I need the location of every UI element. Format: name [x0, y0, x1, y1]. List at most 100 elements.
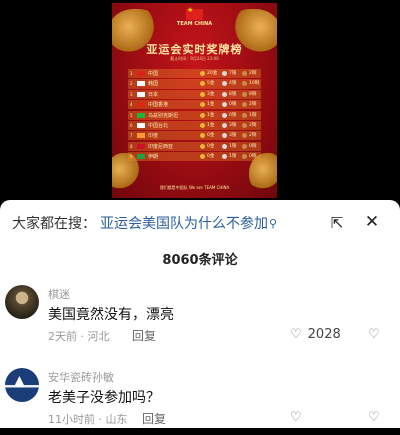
like-button[interactable]: ♡ 2028: [290, 327, 341, 342]
rank-number: 9: [130, 154, 133, 159]
silver-medal-icon: [222, 133, 227, 139]
medal-row: 9 伊朗 0金 1银 0铜: [128, 152, 261, 162]
silver-medal-icon: [222, 122, 227, 128]
bronze-medal-icon: [242, 122, 247, 128]
gold-count: 0金: [207, 143, 215, 149]
reply-button[interactable]: 回复: [142, 410, 166, 427]
medal-row: 2 韩国 5金 4银 10铜: [128, 79, 261, 89]
silver-medal-icon: [222, 71, 227, 76]
comment-text: 美国竟然没有，漂亮: [48, 307, 174, 323]
bronze-count: 10铜: [249, 81, 260, 87]
gold-medal-icon: [200, 154, 205, 159]
bronze-medal-icon: [242, 154, 247, 159]
country-flag-icon: [137, 154, 145, 159]
gold-medal-icon: [200, 122, 205, 128]
poster-title: 亚运会实时奖牌榜: [146, 43, 243, 56]
bronze-count: 2铜: [249, 102, 257, 108]
country-flag-icon: [137, 112, 145, 118]
gold-medal-icon: [200, 71, 205, 76]
comment-username[interactable]: 安华瓷砖孙敏: [48, 369, 114, 385]
team-label: TEAM CHINA: [176, 21, 213, 27]
silver-count: 1银: [229, 154, 237, 159]
avatar[interactable]: [5, 368, 39, 402]
comment-username[interactable]: 棋迷: [48, 286, 70, 302]
medal-row: 5 乌兹别克斯坦 1金 0银 1铜: [128, 110, 261, 120]
gold-medal-icon: [200, 102, 205, 108]
country-flag-icon: [137, 122, 145, 128]
medal-row: 1 中国 20金 7银 2铜: [128, 69, 261, 79]
gold-medal-icon: [200, 133, 205, 139]
gold-count: 3金: [207, 91, 215, 97]
rank-number: 2: [130, 81, 133, 87]
comment-item: 棋迷 美国竟然没有，漂亮 2天前 · 河北 回复 ♡ 2028 ♡: [0, 282, 400, 352]
silver-count: 1银: [229, 143, 237, 149]
dislike-icon[interactable]: ♡: [368, 410, 380, 425]
bronze-count: 8铜: [249, 91, 257, 97]
trending-prefix: 大家都在搜：: [12, 216, 96, 232]
bronze-count: 0铜: [249, 143, 257, 149]
silver-medal-icon: [222, 91, 227, 97]
silver-count: 0银: [229, 102, 237, 108]
medal-rows: 1 中国 20金 7银 2铜 2 韩国 5金 4银 10铜 3 日本 3金 8银 8铜 4 中国香港 1金 0银 2铜…: [128, 69, 261, 162]
expand-icon[interactable]: ⇱: [326, 212, 348, 234]
bronze-medal-icon: [242, 112, 247, 118]
silver-count: 3银: [229, 133, 237, 139]
medal-table-poster[interactable]: TEAM CHINA 亚运会实时奖牌榜 截止时间：9月24日 23:00 1 中国…: [112, 3, 277, 198]
avatar[interactable]: [5, 285, 39, 319]
rank-number: 8: [130, 143, 133, 149]
gold-count: 20金: [207, 71, 218, 76]
rank-number: 1: [130, 71, 133, 76]
country-name: 中国: [148, 71, 159, 77]
country-name: 日本: [148, 91, 159, 98]
silver-medal-icon: [222, 143, 227, 149]
rank-number: 3: [130, 91, 133, 97]
like-count: 2028: [307, 327, 341, 342]
dislike-icon[interactable]: ♡: [368, 327, 380, 342]
heart-icon: ♡: [290, 410, 302, 425]
bronze-count: 1铜: [249, 112, 257, 118]
reply-button[interactable]: 回复: [132, 327, 156, 344]
silver-medal-icon: [222, 112, 227, 118]
country-flag-icon: [137, 91, 145, 97]
country-flag-icon: [137, 81, 145, 87]
silver-medal-icon: [222, 154, 227, 159]
country-name: 乌兹别克斯坦: [148, 112, 179, 119]
bronze-medal-icon: [242, 71, 247, 76]
country-name: 伊朗: [148, 154, 159, 160]
poster-subtitle: 截止时间：9月24日 23:00: [170, 56, 219, 61]
medal-row: 4 中国香港 1金 0银 2铜: [128, 100, 261, 110]
like-button[interactable]: ♡: [290, 410, 308, 425]
rank-number: 7: [130, 133, 133, 139]
bronze-count: 2铜: [249, 71, 257, 76]
gold-count: 0金: [207, 133, 215, 139]
country-flag-icon: [137, 102, 145, 108]
silver-medal-icon: [222, 102, 227, 108]
comment-text: 老美子没参加吗？: [48, 390, 160, 406]
gold-count: 1金: [207, 102, 215, 108]
country-name: 中国香港: [148, 102, 169, 109]
bronze-medal-icon: [242, 81, 247, 87]
comment-meta: 11小时前 · 山东: [48, 413, 128, 426]
gold-count: 1金: [207, 122, 215, 128]
gold-medal-icon: [200, 81, 205, 87]
gold-count: 1金: [207, 112, 215, 118]
medal-row: 3 日本 3金 8银 8铜: [128, 89, 261, 99]
gold-count: 5金: [207, 81, 215, 87]
bronze-count: 0铜: [249, 154, 257, 159]
silver-count: 4银: [229, 81, 237, 87]
bronze-count: 2铜: [249, 122, 257, 128]
close-icon[interactable]: ✕: [361, 211, 383, 233]
rank-number: 5: [130, 112, 133, 118]
medal-row: 7 印度 0金 3银 2铜: [128, 131, 261, 141]
gold-count: 0金: [207, 154, 215, 159]
country-name: 韩国: [148, 81, 159, 88]
trending-query-link[interactable]: 亚运会美国队为什么不参加: [100, 213, 268, 233]
country-flag-icon: [137, 71, 145, 76]
trending-search[interactable]: 大家都在搜： 亚运会美国队为什么不参加 ⚲: [12, 212, 277, 234]
bronze-medal-icon: [242, 102, 247, 108]
medal-row: 6 中国台北 1金 3银 2铜: [128, 120, 261, 131]
medal-row: 8 印度尼西亚 0金 1银 0铜: [128, 141, 261, 151]
country-name: 印度尼西亚: [148, 143, 174, 150]
gold-medal-icon: [200, 91, 205, 97]
silver-medal-icon: [222, 81, 227, 87]
